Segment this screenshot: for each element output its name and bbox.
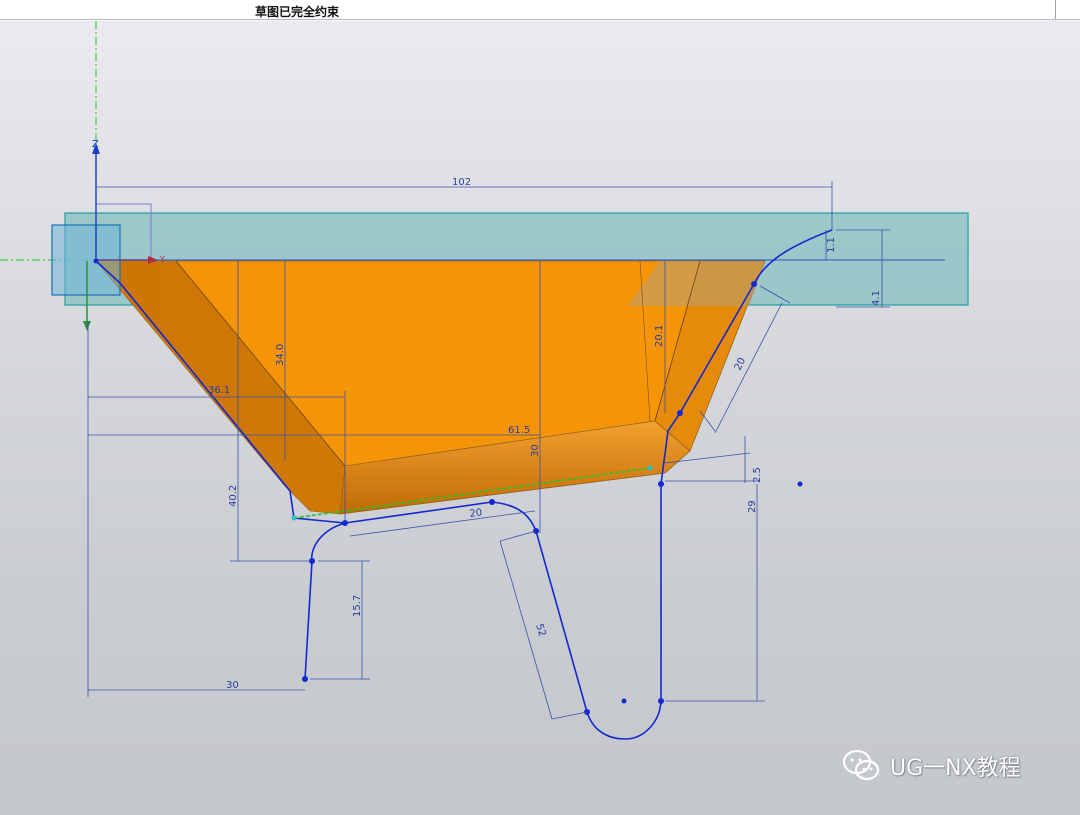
dimension-left-depth[interactable]: 34.0	[275, 344, 286, 366]
watermark: UG一NX教程	[842, 748, 1021, 784]
dimension-leg-left-vertical[interactable]: 15.7	[352, 595, 363, 617]
dimension-right-vertical[interactable]: 29	[747, 500, 758, 513]
dimension-leg-bottom[interactable]: 30	[226, 680, 239, 691]
status-bar-frame	[1055, 0, 1080, 19]
dimension-slant-right[interactable]: 20	[733, 356, 748, 372]
graphics-viewport[interactable]: Z Y	[0, 21, 1080, 815]
dimension-left-vertical[interactable]: 40.2	[228, 485, 239, 507]
dimension-step-small[interactable]: 2.5	[752, 467, 763, 483]
wechat-icon	[842, 749, 880, 781]
z-axis-label: Z	[92, 139, 99, 150]
edge-endpoint[interactable]	[647, 465, 653, 471]
dimension-leg-slant[interactable]: 52	[533, 623, 547, 639]
edge-endpoint[interactable]	[291, 515, 297, 521]
dimension-middle-vertical[interactable]: 30	[530, 444, 541, 457]
watermark-text: UG一NX教程	[890, 756, 1021, 781]
status-bar: 草图已完全约束	[0, 0, 1080, 20]
dimension-inner-height[interactable]: 20.1	[654, 325, 665, 347]
dimension-bottom-segment[interactable]: 20	[469, 507, 483, 520]
status-message: 草图已完全约束	[255, 5, 340, 19]
dimension-right-height-2[interactable]: 4.1	[871, 290, 882, 306]
dimension-left-horizontal[interactable]: 36.1	[208, 385, 230, 396]
dimension-top-width[interactable]: 102	[452, 177, 471, 188]
dimension-right-height-1[interactable]: 1.1	[826, 237, 837, 253]
dimension-long-horizontal[interactable]: 61.5	[508, 425, 530, 436]
